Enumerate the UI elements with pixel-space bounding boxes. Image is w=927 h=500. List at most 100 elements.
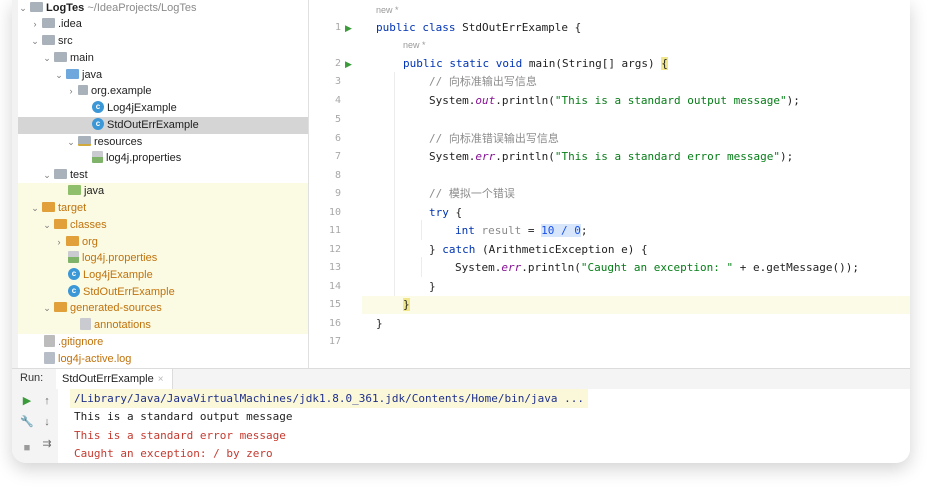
line-number: 3 [334,76,341,87]
code-line-2: public static void main(String[] args) { [403,57,668,70]
tree-item-idea[interactable]: › .idea [18,16,308,33]
line-number: 4 [334,95,341,106]
chevron-down-icon[interactable]: ⌄ [30,33,40,50]
tree-item-generated-sources[interactable]: ⌄ generated-sources [18,300,308,317]
line-number: 17 [328,336,341,347]
line-number: 16 [328,318,341,329]
chevron-down-icon[interactable]: ⌄ [54,67,64,84]
code-line-1: public class StdOutErrExample { [376,21,582,34]
tree-item-test[interactable]: ⌄ test [18,167,308,184]
tree-item-annotations[interactable]: annotations [18,317,308,334]
line-number: 2 [334,58,341,69]
console-stdout-line: This is a standard output message [74,410,293,423]
tree-item-logtes[interactable]: ⌄ LogTes ~/IdeaProjects/LogTes [18,0,308,17]
folder-icon [30,2,43,13]
tree-item-resources[interactable]: ⌄ resources [18,134,308,151]
excluded-folder-icon [54,219,67,230]
code-vision-hint[interactable]: new * [403,38,426,52]
log-file-icon [44,352,55,365]
chevron-down-icon[interactable]: ⌄ [66,134,76,151]
tree-item-org[interactable]: › org [18,234,308,251]
chevron-right-icon[interactable]: › [30,16,40,33]
line-number: 15 [328,299,341,310]
tree-item-target-stdouterrexample[interactable]: c StdOutErrExample [18,284,308,301]
code-line-7: System.err.println("This is a standard e… [429,150,794,163]
run-label: Run: [20,372,44,384]
run-class-icon[interactable]: ▶ [345,19,352,37]
test-folder-icon [68,185,81,196]
chevron-right-icon[interactable]: › [54,234,64,251]
properties-file-icon [68,251,79,264]
folder-icon [42,35,55,46]
run-tab-stdouterrexample[interactable]: StdOutErrExample × [56,369,173,389]
class-icon: c [92,101,104,114]
chevron-down-icon[interactable]: ⌄ [42,50,52,67]
close-icon[interactable]: × [158,374,164,385]
code-line-11: int result = 10 / 0; [455,224,588,237]
package-icon [78,85,88,96]
tree-item-gitignore[interactable]: .gitignore [18,334,308,351]
gitignore-file-icon [44,335,55,348]
soft-wrap-icon[interactable]: ⇉ [40,437,54,451]
line-number: 13 [328,262,341,273]
excluded-folder-icon [66,236,79,247]
chevron-right-icon[interactable]: › [66,83,76,100]
code-line-4: System.out.println("This is a standard o… [429,94,800,107]
chevron-down-icon[interactable]: ⌄ [42,167,52,184]
tree-item-src[interactable]: ⌄ src [18,33,308,50]
tree-item-classes[interactable]: ⌄ classes [18,217,308,234]
chevron-down-icon[interactable]: ⌄ [18,0,28,17]
project-tree: ⌄ LogTes ~/IdeaProjects/LogTes › .idea ⌄ sr… [18,0,309,368]
tree-item-log4j-active-log[interactable]: log4j-active.log [18,351,308,368]
code-line-6: // 向标准错误输出写信息 [429,132,559,145]
code-editor[interactable]: new * public class StdOutErrExample { ne… [362,0,910,368]
line-number: 5 [334,114,341,125]
tree-item-target-log4j-properties[interactable]: log4j.properties [18,250,308,267]
resources-folder-icon [78,136,91,147]
console-stderr-line: Caught an exception: / by zero [74,447,273,460]
console-output[interactable]: /Library/Java/JavaVirtualMachines/jdk1.8… [58,389,910,463]
code-vision-hint[interactable]: new * [376,3,399,17]
code-line-13: System.err.println("Caught an exception:… [455,261,860,274]
excluded-folder-icon [54,302,67,313]
line-number: 12 [328,244,341,255]
tree-item-stdouterrexample[interactable]: c StdOutErrExample [18,117,308,134]
line-number: 1 [334,22,341,33]
arrow-up-icon[interactable]: ↑ [40,394,54,408]
tree-item-org-example[interactable]: › org.example [18,83,308,100]
class-icon: c [68,268,80,281]
line-number: 10 [328,207,341,218]
folder-icon [54,52,67,63]
line-number: 14 [328,281,341,292]
tree-item-main[interactable]: ⌄ main [18,50,308,67]
run-method-icon[interactable]: ▶ [345,55,352,73]
line-number: 6 [334,133,341,144]
code-line-3: // 向标准输出写信息 [429,75,537,88]
chevron-down-icon[interactable]: ⌄ [30,200,40,217]
generated-folder-icon [80,318,91,331]
rerun-icon[interactable]: ▶ [20,394,34,408]
source-folder-icon [66,69,79,80]
run-tool-window-header: Run: StdOutErrExample × [12,368,910,390]
properties-file-icon [92,151,103,164]
chevron-down-icon[interactable]: ⌄ [42,300,52,317]
folder-icon [54,169,67,180]
tree-item-main-java[interactable]: ⌄ java [18,67,308,84]
wrench-icon[interactable]: 🔧 [20,415,34,429]
class-icon: c [68,285,80,298]
arrow-down-icon[interactable]: ↓ [40,415,54,429]
line-number: 7 [334,151,341,162]
code-line-16: } [376,317,383,330]
stop-icon[interactable]: ■ [20,441,34,455]
tree-item-log4j-properties[interactable]: log4j.properties [18,150,308,167]
console-stderr-line: This is a standard error message [74,429,286,442]
run-toolbar: ▶ ↑ 🔧 ↓ ■ ⇉ [12,389,59,463]
tree-item-target[interactable]: ⌄ target [18,200,308,217]
excluded-folder-icon [42,202,55,213]
line-number: 8 [334,170,341,181]
tree-item-test-java[interactable]: java [18,183,308,200]
tree-item-target-log4jexample[interactable]: c Log4jExample [18,267,308,284]
chevron-down-icon[interactable]: ⌄ [42,217,52,234]
tree-item-log4jexample[interactable]: c Log4jExample [18,100,308,117]
console-command-line: /Library/Java/JavaVirtualMachines/jdk1.8… [70,389,588,408]
